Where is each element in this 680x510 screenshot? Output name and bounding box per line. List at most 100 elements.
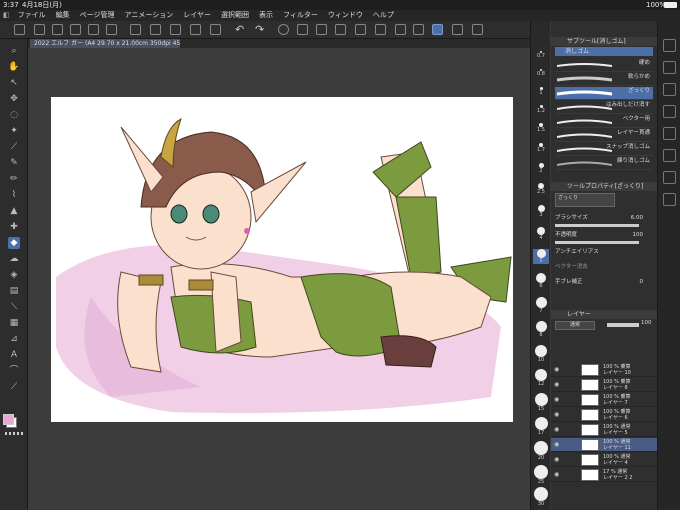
menu-file[interactable]: ファイル	[13, 10, 51, 21]
eye-icon[interactable]: ◉	[554, 381, 561, 388]
eye-icon[interactable]: ◉	[554, 441, 561, 448]
subtool-item[interactable]: 練り消しゴム	[555, 157, 653, 170]
subtool-item[interactable]: はみ出しだけ消す	[555, 101, 653, 114]
text-icon[interactable]: A	[8, 349, 20, 361]
layer-property-icon[interactable]	[130, 24, 141, 35]
brush-icon[interactable]: ⌇	[8, 189, 20, 201]
layer-row[interactable]: ◉ 100 % 通常 レイヤー 5	[551, 423, 657, 437]
size-item[interactable]: 10	[533, 345, 549, 363]
frame-icon[interactable]: ▦	[8, 317, 20, 329]
fill-bucket-icon[interactable]: ◈	[8, 269, 20, 281]
size-item[interactable]: 3	[533, 205, 549, 218]
eye-icon[interactable]: ◉	[554, 426, 561, 433]
gradient-icon[interactable]: ▤	[8, 285, 20, 297]
layer-panel-icon[interactable]	[663, 193, 676, 206]
size-item[interactable]: 1	[533, 87, 549, 96]
decoration-icon[interactable]: ✚	[8, 221, 20, 233]
invert-icon[interactable]	[375, 24, 386, 35]
layer-row[interactable]: ◉ 100 % 乗算 レイヤー 8	[551, 378, 657, 392]
antialias-row[interactable]: アンチエイリアス	[555, 247, 653, 257]
size-item[interactable]: 0.7	[533, 51, 549, 59]
layer-add-icon[interactable]	[150, 24, 161, 35]
shrink-icon[interactable]	[413, 24, 424, 35]
document-tab[interactable]: 2022 エルフ ガー (A4 29.70 x 21.00cm 350dpi 4…	[30, 39, 180, 48]
size-item[interactable]: 0.8	[533, 69, 549, 77]
hand-icon[interactable]: ✋	[8, 61, 20, 73]
size-item[interactable]: 4	[533, 227, 549, 241]
layer-opacity-slider[interactable]	[607, 323, 639, 327]
brush-size-row[interactable]: ブラシサイズ 6.00	[555, 213, 653, 223]
size-item[interactable]: 2.5	[533, 183, 549, 195]
eyedropper-icon[interactable]: ⟋	[8, 141, 20, 153]
size-item[interactable]: 1.2	[533, 105, 549, 114]
tool-property-panel-icon[interactable]	[663, 61, 676, 74]
subtool-item[interactable]: スナップ消しゴム	[555, 143, 653, 156]
blend-mode-select[interactable]: 通常	[555, 321, 595, 330]
subtool-item[interactable]: 硬め	[555, 59, 653, 72]
transform-icon[interactable]	[190, 24, 201, 35]
size-item[interactable]: 30	[533, 487, 549, 507]
subtool-item[interactable]: レイヤー貫通	[555, 129, 653, 142]
brush-size-panel-icon[interactable]	[663, 83, 676, 96]
subtool-item[interactable]: ベクター用	[555, 115, 653, 128]
menu-selection[interactable]: 選択範囲	[216, 10, 254, 21]
opacity-row[interactable]: 不透明度 100	[555, 230, 653, 240]
eye-icon[interactable]: ◉	[554, 456, 561, 463]
layer-row-selected[interactable]: ◉ 100 % 通常 レイヤー 11	[551, 438, 657, 452]
layer-row[interactable]: ◉ 100 % 乗算 レイヤー 6	[551, 408, 657, 422]
move-icon[interactable]: ✥	[8, 93, 20, 105]
flip-icon[interactable]	[210, 24, 221, 35]
eye-icon[interactable]: ◉	[554, 471, 561, 478]
menu-help[interactable]: ヘルプ	[368, 10, 399, 21]
size-item[interactable]: 17	[533, 417, 549, 436]
pencil-icon[interactable]: ✏	[8, 173, 20, 185]
subtool-group-tab[interactable]: 消しゴム	[555, 47, 653, 56]
eye-icon[interactable]: ◉	[554, 396, 561, 403]
export-icon[interactable]	[88, 24, 99, 35]
home-icon[interactable]	[14, 24, 25, 35]
ruler-snap-icon[interactable]	[432, 24, 443, 35]
layer-row[interactable]: ◉ 100 % 乗算 レイヤー 10	[551, 363, 657, 377]
subtool-panel-icon[interactable]	[663, 39, 676, 52]
correction-row[interactable]: 手ブレ補正 0	[555, 277, 653, 287]
menu-page[interactable]: ページ管理	[75, 10, 120, 21]
blend-icon[interactable]: ☁	[8, 253, 20, 265]
transparent-color-icon[interactable]	[5, 432, 23, 435]
clip-icon[interactable]	[170, 24, 181, 35]
menu-animation[interactable]: アニメーション	[120, 10, 179, 21]
menu-window[interactable]: ウィンドウ	[323, 10, 368, 21]
size-item[interactable]: 1.5	[533, 123, 549, 133]
size-item[interactable]: 12	[533, 369, 549, 387]
size-item[interactable]: 6	[533, 273, 549, 289]
menu-filter[interactable]: フィルター	[278, 10, 323, 21]
ruler-icon[interactable]: ⊿	[8, 333, 20, 345]
subtool-item[interactable]: 軟らかめ	[555, 73, 653, 86]
balloon-icon[interactable]: ⌒	[8, 365, 20, 377]
clear-icon[interactable]	[297, 24, 308, 35]
expand-icon[interactable]	[395, 24, 406, 35]
size-item[interactable]: 2	[533, 163, 549, 174]
menu-view[interactable]: 表示	[254, 10, 278, 21]
size-item[interactable]: 20	[533, 441, 549, 461]
eye-icon[interactable]: ◉	[554, 366, 561, 373]
open-icon[interactable]	[52, 24, 63, 35]
airbrush-icon[interactable]: ▲	[8, 205, 20, 217]
layer-row[interactable]: ◉ 100 % 通常 レイヤー 4	[551, 453, 657, 467]
size-item[interactable]: 25	[533, 465, 549, 485]
grid-snap-icon[interactable]	[472, 24, 483, 35]
navigator-icon[interactable]	[663, 149, 676, 162]
eye-icon[interactable]: ◉	[554, 411, 561, 418]
main-color-swatch[interactable]	[3, 414, 14, 425]
eraser-icon[interactable]: ◆	[8, 237, 20, 249]
fill-icon[interactable]	[316, 24, 327, 35]
loading-icon[interactable]	[278, 24, 289, 35]
menu-layer[interactable]: レイヤー	[178, 10, 216, 21]
tool-preset[interactable]: ざっくり	[555, 193, 615, 207]
size-item[interactable]: 1.7	[533, 143, 549, 153]
material-icon[interactable]	[663, 171, 676, 184]
new-file-icon[interactable]	[34, 24, 45, 35]
opacity-slider[interactable]	[555, 241, 639, 244]
app-menu-icon[interactable]: ◧	[0, 10, 13, 21]
lasso-icon[interactable]: ◌	[8, 109, 20, 121]
canvas-paper[interactable]	[51, 97, 513, 422]
